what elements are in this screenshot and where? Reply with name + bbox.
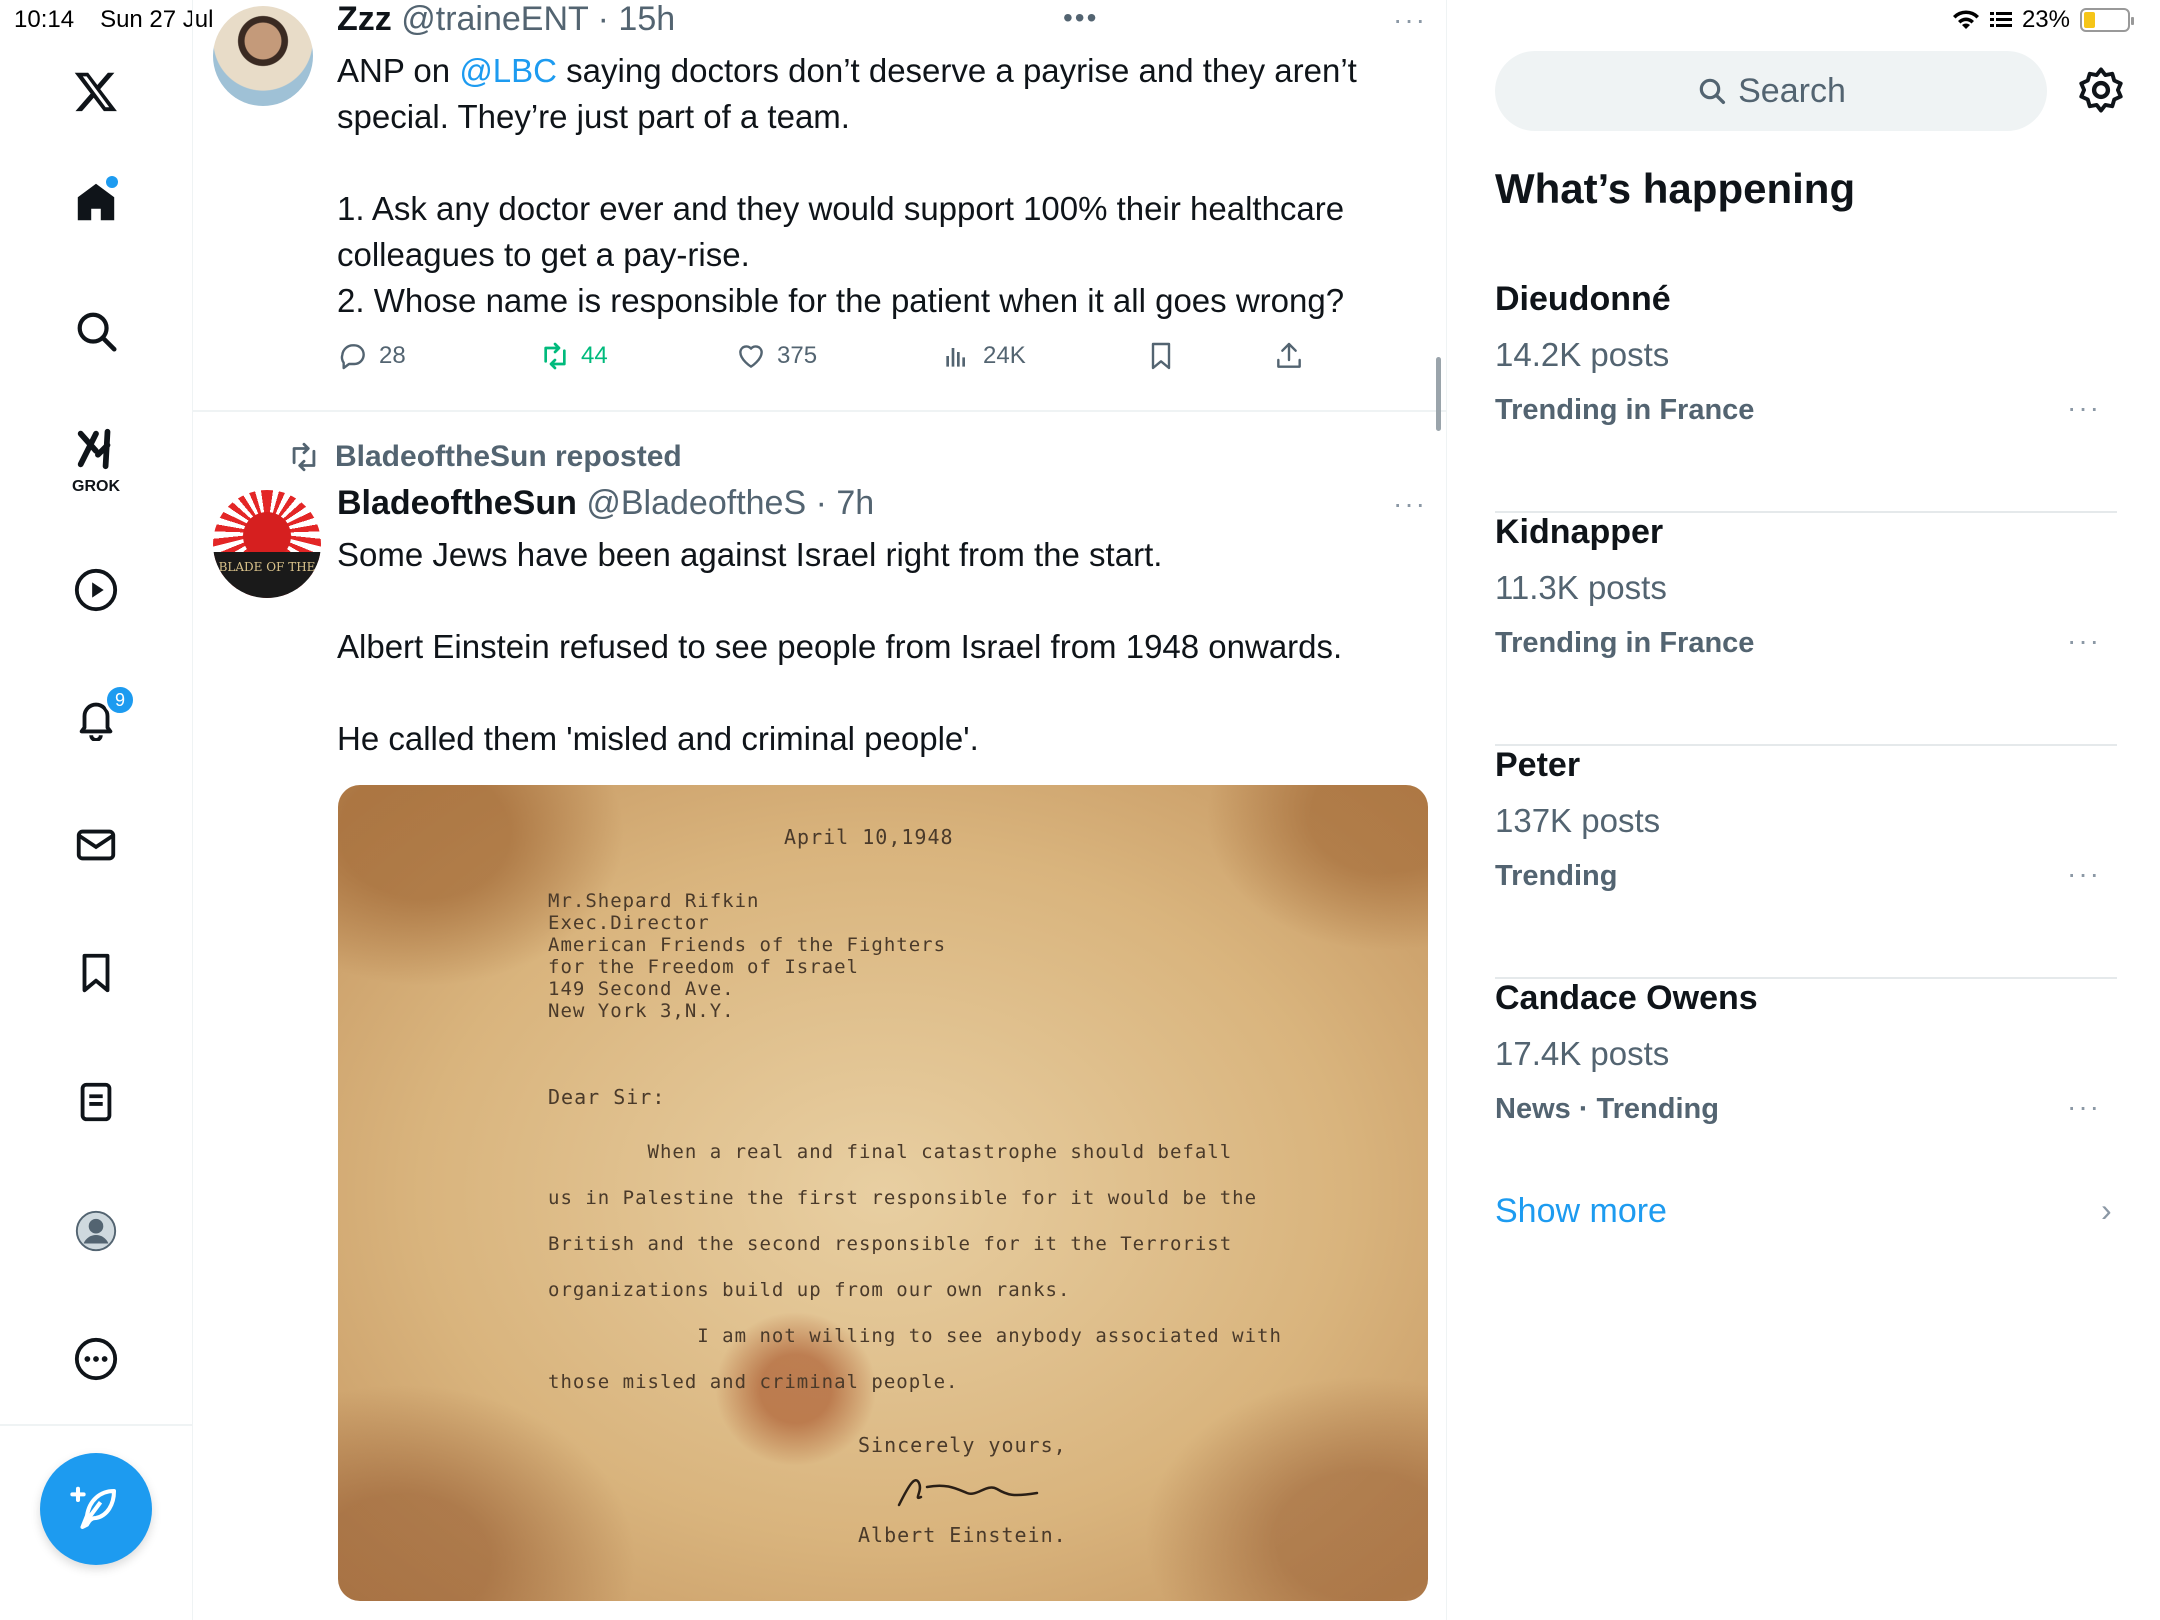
repost-button[interactable]: 44	[539, 340, 608, 372]
trend-item[interactable]: Dieudonné 14.2K posts Trending in France…	[1495, 280, 2117, 513]
letter-address: Mr.Shepard Rifkin Exec.Director American…	[548, 890, 947, 1022]
feed-scrollbar[interactable]	[1436, 357, 1441, 431]
trend-more-button[interactable]: ···	[2067, 392, 2101, 424]
messages-mail-icon[interactable]	[60, 809, 132, 881]
share-icon	[1277, 342, 1301, 368]
views-chart-icon	[946, 348, 965, 367]
trend-context: Trending	[1495, 860, 1618, 892]
tweet1-avatar[interactable]	[213, 6, 313, 106]
tweet2-text: Some Jews have been against Israel right…	[337, 536, 1343, 757]
bookmark-icon	[1151, 342, 1171, 370]
compose-feather-icon	[70, 1486, 117, 1530]
grok-icon[interactable]: GROK	[60, 420, 132, 495]
tweet2-header: BladeoftheSun @BladeoftheS · 7h	[337, 484, 874, 523]
letter-body: When a real and final catastrophe should…	[548, 1141, 1282, 1393]
heart-icon	[739, 345, 763, 368]
chevron-right-icon: ›	[2101, 1192, 2112, 1228]
profile-avatar-icon[interactable]	[60, 1195, 132, 1267]
reply-count: 28	[379, 342, 406, 369]
tweet1-header: Zzz @traineENT · 15h	[337, 0, 675, 39]
tweet1-mention-link[interactable]: @LBC	[459, 52, 557, 89]
bookmark-button[interactable]	[1145, 340, 1177, 372]
letter-handwritten-signature	[897, 1479, 1039, 1507]
repost-label: BladeoftheSun reposted	[335, 440, 682, 473]
reposted-icon	[292, 442, 316, 472]
trend-name: Candace Owens	[1495, 979, 1758, 1017]
views-count: 24K	[983, 342, 1026, 369]
trend-context: Trending in France	[1495, 394, 1755, 426]
trend-posts: 11.3K posts	[1495, 569, 1667, 606]
app-root: 10:14 Sun 27 Jul 23% GROK 9 Zzz @traineE…	[0, 0, 2160, 1620]
tweet1-more-button[interactable]: ···	[1393, 4, 1427, 36]
whats-happening-title: What’s happening	[1495, 165, 1856, 212]
search-placeholder: Search	[1738, 71, 1846, 110]
trend-context: Trending in France	[1495, 627, 1755, 659]
notifications-bell-icon[interactable]: 9	[60, 682, 136, 754]
x-logo-icon[interactable]	[60, 55, 132, 127]
home-icon[interactable]	[60, 166, 132, 238]
repost-icon	[544, 342, 566, 370]
like-count: 375	[777, 342, 818, 369]
reply-button[interactable]: 28	[337, 340, 406, 372]
tweet2-avatar[interactable]: BLADE OF THE	[213, 490, 321, 598]
settings-gear-icon[interactable]	[2075, 64, 2127, 116]
notifications-badge: 9	[104, 684, 136, 716]
compose-post-button[interactable]	[40, 1453, 152, 1565]
tweet1-thread-dots: •••	[1063, 2, 1099, 33]
trend-item[interactable]: Peter 137K posts Trending ···	[1495, 746, 2117, 979]
trend-item[interactable]: Candace Owens 17.4K posts News · Trendin…	[1495, 979, 2117, 1212]
reply-icon	[340, 344, 365, 370]
tweet2-author-name[interactable]: BladeoftheSun	[337, 484, 577, 522]
video-play-icon[interactable]	[60, 554, 132, 626]
search-input[interactable]: Search	[1495, 51, 2047, 131]
trend-posts: 137K posts	[1495, 802, 1661, 839]
tweet2-more-button[interactable]: ···	[1393, 488, 1427, 520]
trend-item[interactable]: Kidnapper 11.3K posts Trending in France…	[1495, 513, 2117, 746]
left-nav: GROK 9	[0, 0, 193, 1620]
tweet2-handle[interactable]: @BladeoftheS	[586, 484, 806, 522]
trend-posts: 14.2K posts	[1495, 336, 1670, 373]
search-icon	[1699, 78, 1726, 105]
letter-closing: Sincerely yours,	[858, 1433, 1067, 1457]
repost-context[interactable]: BladeoftheSun reposted	[287, 440, 682, 474]
tweet2-image-einstein-letter[interactable]: April 10,1948 Mr.Shepard Rifkin Exec.Dir…	[338, 785, 1428, 1601]
tweet-separator	[193, 410, 1447, 412]
show-more-link[interactable]: Show more	[1495, 1192, 1667, 1231]
tweet2-time[interactable]: · 7h	[816, 484, 875, 522]
trend-context: News · Trending	[1495, 1093, 1719, 1125]
letter-salutation: Dear Sir:	[548, 1085, 666, 1109]
home-unread-dot	[106, 176, 118, 188]
grok-label: GROK	[72, 478, 120, 495]
trend-posts: 17.4K posts	[1495, 1035, 1670, 1072]
trend-more-button[interactable]: ···	[2067, 625, 2101, 657]
trend-name: Dieudonné	[1495, 280, 1671, 318]
more-options-icon[interactable]	[60, 1323, 132, 1395]
letter-date: April 10,1948	[784, 825, 954, 849]
tweet1-text: ANP on @LBC saying doctors don’t deserve…	[337, 48, 1417, 324]
like-button[interactable]: 375	[735, 340, 817, 372]
timeline-feed: Zzz @traineENT · 15h ••• ··· ANP on @LBC…	[193, 0, 1447, 1620]
lists-icon[interactable]	[60, 1066, 132, 1138]
tweet2-avatar-text: BLADE OF THE	[213, 552, 321, 598]
trend-name: Peter	[1495, 746, 1581, 784]
nav-divider	[0, 1424, 193, 1426]
bookmarks-icon[interactable]	[60, 937, 132, 1009]
tweet1-text-rest: saying doctors don’t deserve a payrise a…	[337, 52, 1357, 319]
repost-count: 44	[581, 342, 608, 369]
tweet1-handle[interactable]: @traineENT	[401, 0, 588, 38]
trend-more-button[interactable]: ···	[2067, 858, 2101, 890]
explore-search-icon[interactable]	[60, 295, 132, 367]
views-button[interactable]: 24K	[941, 340, 1026, 372]
tweet1-time[interactable]: · 15h	[598, 0, 676, 38]
trend-more-button[interactable]: ···	[2067, 1091, 2101, 1123]
right-sidebar: Search What’s happening Dieudonné 14.2K …	[1447, 0, 2160, 1620]
tweet1-author-name[interactable]: Zzz	[337, 0, 392, 38]
tweet1-text-start: ANP on	[337, 52, 460, 89]
share-button[interactable]	[1273, 340, 1305, 372]
trend-name: Kidnapper	[1495, 513, 1664, 551]
tweet1-actions: 28 44 375 24K	[337, 340, 1337, 384]
letter-signature-name: Albert Einstein.	[858, 1523, 1067, 1547]
